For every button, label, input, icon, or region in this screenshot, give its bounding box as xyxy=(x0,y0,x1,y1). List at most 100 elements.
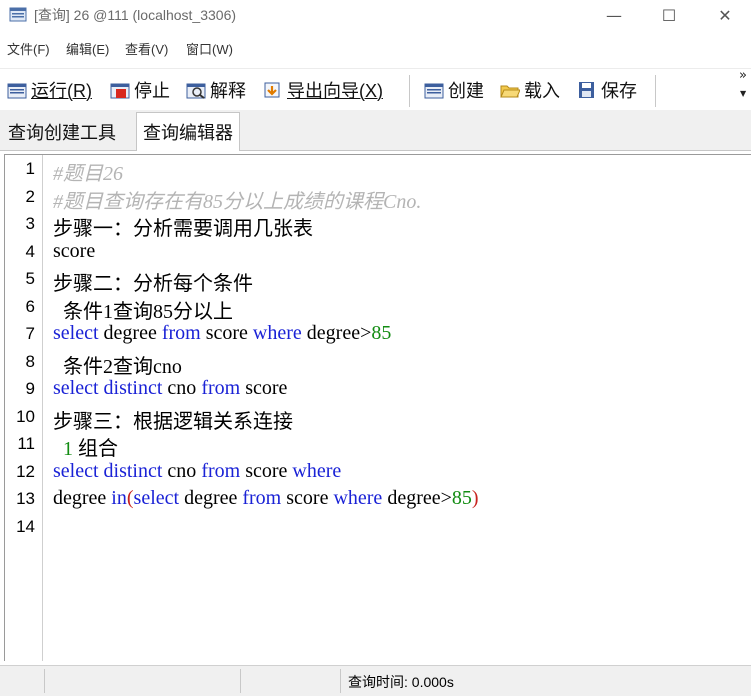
export-wizard-button[interactable]: 导出向导(X) xyxy=(263,77,383,103)
code-text: score xyxy=(53,239,96,262)
code-text: score xyxy=(240,459,293,482)
code-line: select distinct cno from score xyxy=(53,377,287,400)
overflow-chevron-icon: » xyxy=(739,68,747,83)
save-label: 保存 xyxy=(601,81,637,101)
line-number: 11 xyxy=(17,434,35,453)
line-number-gutter: 1 2 3 4 5 6 7 8 9 10 11 12 13 14 xyxy=(5,155,43,661)
code-text: score xyxy=(200,322,253,344)
code-line: 步骤一：分析需要调用几张表 xyxy=(53,212,313,241)
code-text: 步骤一：分析需要调用几张表 xyxy=(53,218,313,240)
number-literal: 1 xyxy=(63,438,73,460)
create-label: 创建 xyxy=(448,81,484,101)
query-time-status: 查询时间: 0.000s xyxy=(348,674,454,690)
code-text: score xyxy=(240,377,288,399)
code-line: 步骤二：分析每个条件 xyxy=(53,267,253,296)
stop-icon xyxy=(110,83,130,99)
minimize-button[interactable]: — xyxy=(591,0,637,30)
line-number: 8 xyxy=(25,351,35,371)
code-text: degree xyxy=(53,487,112,509)
export-icon xyxy=(264,82,280,98)
status-separator xyxy=(340,669,341,693)
save-button[interactable]: 保存 xyxy=(577,77,637,103)
toolbar: 运行(R) 停止 解释 导出向导(X) 创建 载入 保存 » ▼ xyxy=(0,68,751,111)
line-number: 10 xyxy=(16,406,35,426)
explain-icon xyxy=(186,83,206,99)
line-number: 14 xyxy=(16,516,35,536)
line-number: 4 xyxy=(25,241,35,261)
code-text: degree> xyxy=(382,487,452,509)
code-line: score xyxy=(53,240,95,263)
menu-window[interactable]: 窗口(W) xyxy=(186,39,233,58)
line-number: 6 xyxy=(25,296,35,316)
status-bar: 查询时间: 0.000s xyxy=(0,665,751,696)
code-line: select distinct cno from score where xyxy=(53,460,341,483)
dropdown-arrow-icon: ▼ xyxy=(739,89,747,98)
sql-keyword: select xyxy=(133,487,180,509)
load-button[interactable]: 载入 xyxy=(500,77,560,103)
navicat-app-icon xyxy=(9,7,27,22)
sql-keyword: in xyxy=(111,487,127,509)
minimize-icon: — xyxy=(606,5,622,25)
close-icon: ✕ xyxy=(718,5,732,25)
menu-edit[interactable]: 编辑(E) xyxy=(66,39,109,58)
code-line: #题目查询存在有85分以上成绩的课程Cno. xyxy=(53,185,421,214)
line-number: 9 xyxy=(25,379,35,398)
line-number: 5 xyxy=(25,269,35,288)
number-literal: 85 xyxy=(371,322,392,344)
title-bar: [查询] 26 @111 (localhost_3306) — ☐ ✕ xyxy=(0,0,751,30)
window-title: [查询] 26 @111 (localhost_3306) xyxy=(34,7,237,23)
code-text: 组合 xyxy=(73,438,118,460)
create-icon xyxy=(424,83,444,99)
sql-keyword: where xyxy=(292,459,342,482)
maximize-button[interactable]: ☐ xyxy=(646,0,692,30)
run-label: 运行(R) xyxy=(31,81,92,101)
stop-label: 停止 xyxy=(134,81,170,101)
paren-token: ) xyxy=(471,487,479,509)
sql-keyword: where xyxy=(333,487,383,509)
tab-query-editor[interactable]: 查询编辑器 xyxy=(136,112,240,151)
code-line: 条件2查询cno xyxy=(53,350,182,379)
code-text: 步骤三：根据逻辑关系连接 xyxy=(53,410,293,433)
comment-text: #题目26 xyxy=(53,163,123,185)
stop-button[interactable]: 停止 xyxy=(110,77,170,103)
sql-keyword: select xyxy=(53,377,99,399)
export-wizard-label: 导出向导(X) xyxy=(287,81,383,101)
tab-query-builder[interactable]: 查询创建工具 xyxy=(2,114,122,150)
menu-view[interactable]: 查看(V) xyxy=(125,39,168,58)
line-number: 13 xyxy=(16,489,35,508)
code-text: degree> xyxy=(301,322,372,344)
status-separator xyxy=(240,669,241,693)
close-button[interactable]: ✕ xyxy=(702,0,748,30)
comment-text: #题目查询存在有85分以上成绩的课程Cno. xyxy=(53,190,422,213)
line-number: 12 xyxy=(16,461,35,481)
sql-editor[interactable]: 1 2 3 4 5 6 7 8 9 10 11 12 13 14 #题目26 #题目查询存在有85分以上成绩… xyxy=(4,154,751,661)
line-number: 1 xyxy=(25,159,35,178)
number-literal: 85 xyxy=(451,487,472,509)
create-button[interactable]: 创建 xyxy=(424,77,484,103)
code-line: 步骤三：根据逻辑关系连接 xyxy=(53,405,293,434)
tab-query-editor-label: 查询编辑器 xyxy=(143,123,233,143)
toolbar-separator xyxy=(655,75,656,107)
code-text: 步骤二：分析每个条件 xyxy=(53,273,253,295)
code-text: 条件1查询85分以上 xyxy=(53,300,233,323)
code-line: 1 组合 xyxy=(53,432,118,461)
menu-file[interactable]: 文件(F) xyxy=(7,39,50,58)
code-text: degree xyxy=(98,322,162,344)
code-text: score xyxy=(281,487,334,509)
code-line: #题目26 xyxy=(53,157,123,186)
sql-keyword: where xyxy=(252,322,302,344)
sql-keyword: from xyxy=(242,487,282,509)
code-line: 条件1查询85分以上 xyxy=(53,295,233,324)
line-number: 2 xyxy=(25,186,35,206)
save-disk-icon xyxy=(579,82,594,98)
load-folder-icon xyxy=(500,85,520,98)
toolbar-overflow-button[interactable]: » ▼ xyxy=(739,68,747,99)
run-button[interactable]: 运行(R) xyxy=(7,77,92,103)
sql-keyword: select xyxy=(53,322,99,344)
maximize-icon: ☐ xyxy=(661,5,677,25)
explain-button[interactable]: 解释 xyxy=(186,77,246,103)
code-line: select degree from score where degree>85 xyxy=(53,322,391,345)
run-icon xyxy=(7,83,27,99)
line-number: 3 xyxy=(25,214,35,233)
tab-query-builder-label: 查询创建工具 xyxy=(8,123,116,143)
